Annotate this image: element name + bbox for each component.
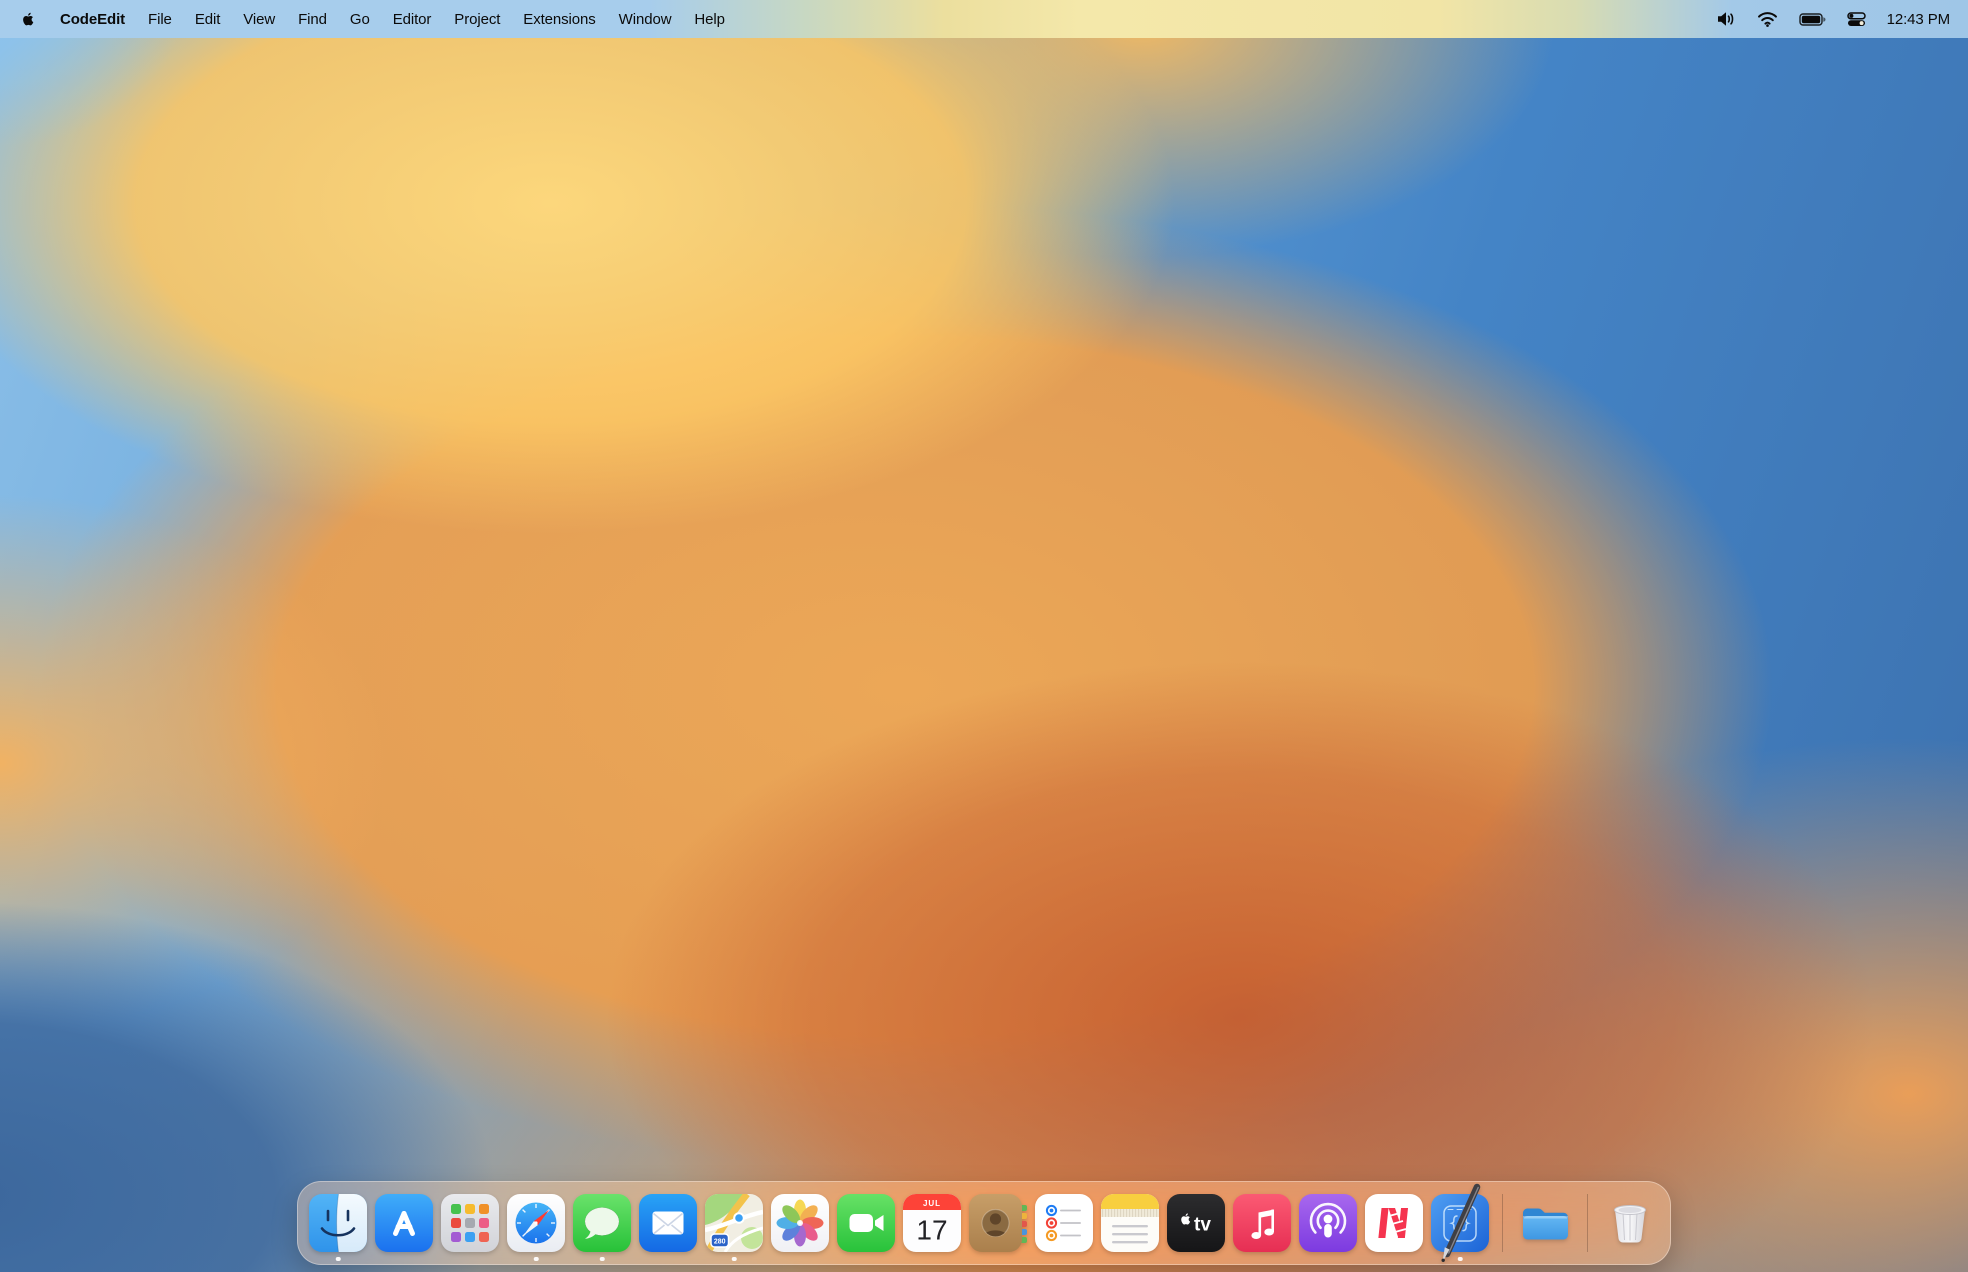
dock-item-tv[interactable]: tv — [1167, 1194, 1225, 1252]
running-indicator — [732, 1257, 737, 1262]
volume-icon[interactable] — [1716, 11, 1736, 27]
apple-logo-icon — [20, 9, 37, 29]
dock-item-safari[interactable] — [507, 1194, 565, 1252]
menu-view[interactable]: View — [243, 11, 275, 28]
dock: 280 — [297, 1181, 1671, 1265]
codeedit-icon — [1431, 1194, 1489, 1252]
dock-item-calendar[interactable]: JUL 17 — [903, 1194, 961, 1252]
wifi-icon[interactable] — [1757, 12, 1778, 27]
menu-edit[interactable]: Edit — [195, 11, 220, 28]
dock-item-news[interactable] — [1365, 1194, 1423, 1252]
running-indicator — [336, 1257, 341, 1262]
dock-item-podcasts[interactable] — [1299, 1194, 1357, 1252]
mail-icon — [639, 1194, 697, 1252]
dock-item-launchpad[interactable] — [441, 1194, 499, 1252]
calendar-icon: JUL 17 — [903, 1194, 961, 1252]
dock-item-finder[interactable] — [309, 1194, 367, 1252]
dock-item-mail[interactable] — [639, 1194, 697, 1252]
dock-item-contacts[interactable] — [969, 1194, 1027, 1252]
apple-menu[interactable] — [20, 9, 37, 29]
menu-file[interactable]: File — [148, 11, 172, 28]
dock-item-notes[interactable] — [1101, 1194, 1159, 1252]
music-icon — [1233, 1194, 1291, 1252]
battery-icon[interactable] — [1799, 13, 1826, 26]
contacts-icon — [969, 1194, 1027, 1252]
desktop-wallpaper — [0, 0, 1968, 1272]
messages-icon — [573, 1194, 631, 1252]
running-indicator — [600, 1257, 605, 1262]
menu-extensions[interactable]: Extensions — [523, 11, 595, 28]
dock-item-app-store[interactable] — [375, 1194, 433, 1252]
menu-help[interactable]: Help — [694, 11, 724, 28]
folder-icon — [1516, 1194, 1574, 1252]
dock-separator — [1502, 1194, 1503, 1252]
menu-bar: CodeEdit File Edit View Find Go Editor Project… — [0, 0, 1968, 38]
app-store-icon — [375, 1194, 433, 1252]
maps-icon: 280 — [705, 1194, 763, 1252]
menu-list: File Edit View Find Go Editor Project Extension… — [148, 11, 725, 28]
dock-separator — [1587, 1194, 1588, 1252]
facetime-icon — [837, 1194, 895, 1252]
app-menu-title[interactable]: CodeEdit — [60, 11, 125, 28]
running-indicator — [1458, 1257, 1463, 1262]
menu-find[interactable]: Find — [298, 11, 327, 28]
dock-item-maps[interactable]: 280 — [705, 1194, 763, 1252]
menu-go[interactable]: Go — [350, 11, 370, 28]
dock-item-trash[interactable] — [1601, 1194, 1659, 1252]
desktop: CodeEdit File Edit View Find Go Editor Project… — [0, 0, 1968, 1272]
news-icon — [1365, 1194, 1423, 1252]
tv-label: tv — [1194, 1215, 1211, 1236]
menu-project[interactable]: Project — [454, 11, 500, 28]
dock-item-facetime[interactable] — [837, 1194, 895, 1252]
maps-route-badge: 280 — [714, 1238, 726, 1245]
trash-icon — [1601, 1194, 1659, 1252]
dock-item-codeedit[interactable] — [1431, 1194, 1489, 1252]
menu-editor[interactable]: Editor — [393, 11, 432, 28]
safari-icon — [507, 1194, 565, 1252]
finder-icon — [309, 1194, 367, 1252]
dock-item-reminders[interactable] — [1035, 1194, 1093, 1252]
apple-tv-icon: tv — [1167, 1194, 1225, 1252]
dock-item-messages[interactable] — [573, 1194, 631, 1252]
running-indicator — [534, 1257, 539, 1262]
control-center-icon[interactable] — [1847, 12, 1866, 27]
menu-bar-clock[interactable]: 12:43 PM — [1887, 11, 1950, 28]
calendar-day-label: 17 — [916, 1215, 947, 1246]
notes-icon — [1101, 1194, 1159, 1252]
dock-item-folder[interactable] — [1516, 1194, 1574, 1252]
calendar-month-label: JUL — [923, 1199, 941, 1208]
menu-window[interactable]: Window — [619, 11, 672, 28]
dock-item-music[interactable] — [1233, 1194, 1291, 1252]
launchpad-icon — [441, 1194, 499, 1252]
reminders-icon — [1035, 1194, 1093, 1252]
dock-item-photos[interactable] — [771, 1194, 829, 1252]
podcasts-icon — [1299, 1194, 1357, 1252]
photos-icon — [771, 1194, 829, 1252]
